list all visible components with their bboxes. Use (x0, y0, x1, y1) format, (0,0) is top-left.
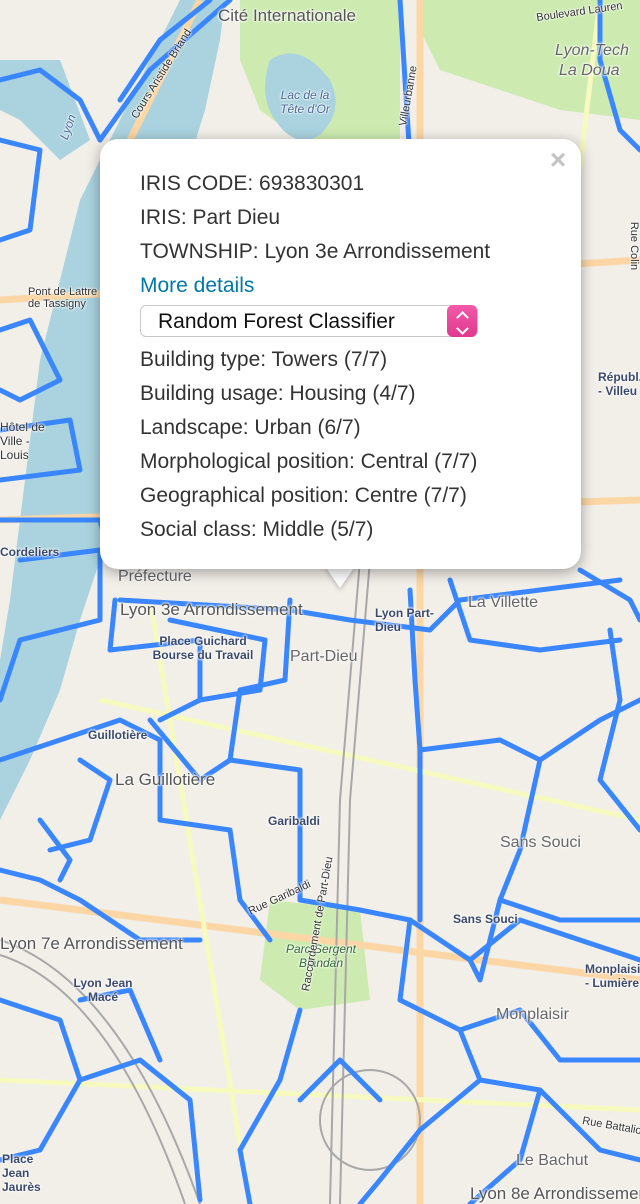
label-lyon-tech: Lyon-Tech (555, 42, 629, 59)
select-chevron-icon (447, 305, 477, 337)
iris-name-line: IRIS: Part Dieu (140, 206, 281, 229)
iris-info-popup: × IRIS CODE: 693830301 IRIS: Part Dieu T… (100, 139, 581, 569)
attribute-landscape: Landscape: Urban (6/7) (140, 416, 361, 439)
label-le-bachut: Le Bachut (516, 1152, 589, 1169)
label-lyon-8e: Lyon 8e Arrondissement (470, 1184, 640, 1203)
township-line: TOWNSHIP: Lyon 3e Arrondissement (140, 240, 491, 263)
classifier-select-value: Random Forest Classifier (158, 310, 395, 333)
label-sans-souci-station: Sans Souci (453, 912, 518, 926)
label-place-jean-jaures: Place Jean Jaurès (2, 1152, 41, 1194)
label-republique-villeurbanne: Républ. - Villeu (598, 370, 640, 398)
label-rue-colin: Rue Colin (628, 221, 640, 271)
label-sans-souci: Sans Souci (500, 834, 581, 851)
label-pont-lattre: Pont de Lattre de Tassigny (28, 286, 98, 310)
label-lyon-3e: Lyon 3e Arrondissement (120, 600, 303, 619)
attribute-geographical-position: Geographical position: Centre (7/7) (140, 484, 467, 507)
classifier-select[interactable]: Random Forest Classifier (140, 305, 478, 337)
label-cite-internationale: Cité Internationale (218, 6, 356, 25)
label-lyon-7e: Lyon 7e Arrondissement (0, 934, 183, 953)
label-cordeliers: Cordeliers (0, 545, 60, 559)
label-garibaldi: Garibaldi (268, 814, 321, 828)
label-lyon-part-dieu: Lyon Part-Dieu (375, 606, 434, 634)
label-monplaisir: Monplaisir (496, 1006, 569, 1023)
label-lac-tete-dor: Lac de la Tête d'Or (280, 88, 330, 116)
label-place-guichard: Place Guichard Bourse du Travail (152, 634, 254, 662)
more-details-link[interactable]: More details (140, 269, 557, 303)
label-monplaisir-lumiere: Monplaisir - Lumière (585, 962, 640, 990)
label-lyon-jean-mace: Lyon Jean Macé (73, 976, 133, 1004)
attribute-building-type: Building type: Towers (7/7) (140, 348, 388, 371)
label-hotel-de-ville: Hôtel de Ville - Louis (0, 420, 45, 462)
label-part-dieu: Part-Dieu (290, 648, 358, 665)
label-guillotiere-station: Guillotière (88, 728, 148, 742)
label-la-villette: La Villette (468, 594, 538, 611)
label-la-guillotiere: La Guillotière (115, 770, 216, 789)
label-prefecture: Préfecture (118, 568, 192, 585)
attribute-morphological-position: Morphological position: Central (7/7) (140, 450, 478, 473)
attribute-social-class: Social class: Middle (5/7) (140, 518, 374, 541)
close-popup-button[interactable]: × (547, 145, 569, 175)
label-la-doua: La Doua (559, 62, 620, 79)
label-parc-sergent-blandan: Parc Sergent Blandan (285, 942, 357, 970)
attribute-building-usage: Building usage: Housing (4/7) (140, 382, 416, 405)
iris-code-line: IRIS CODE: 693830301 (140, 172, 365, 195)
